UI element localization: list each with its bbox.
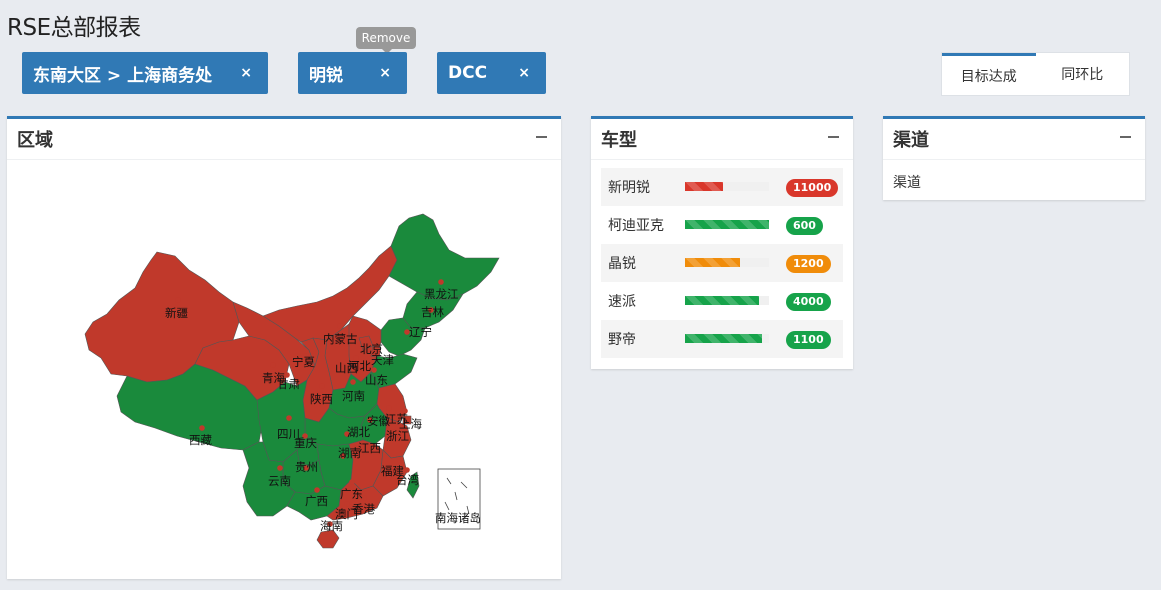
- map-dot: [438, 279, 444, 285]
- car-model-name: 新明锐: [608, 180, 650, 196]
- map-dot: [319, 383, 325, 389]
- map-dot: [344, 501, 350, 507]
- map-dot: [350, 379, 356, 385]
- map-label-xinjiang: 新疆: [165, 306, 188, 320]
- car-model-name: 柯迪亚克: [608, 218, 664, 234]
- filter-tag-dealer-label: DCC: [448, 63, 488, 83]
- car-model-row[interactable]: 晶锐 1200: [601, 244, 843, 282]
- car-model-progress-bar: [685, 258, 769, 267]
- filter-tag-region-label: 东南大区 > 上海商务处: [33, 65, 213, 86]
- car-model-value-badge: 1100: [786, 331, 831, 349]
- car-model-row[interactable]: 速派 4000: [601, 282, 843, 320]
- map-dot: [337, 323, 343, 329]
- map-dot: [349, 479, 355, 485]
- toggle-yoy-mom[interactable]: 同环比: [1036, 53, 1130, 95]
- map-label-ningxia: 宁夏: [292, 355, 315, 369]
- region-panel-header: 区域: [7, 119, 561, 160]
- map-dot: [277, 465, 283, 471]
- map-label-guangxi: 广西: [305, 494, 328, 508]
- map-dot: [199, 425, 205, 431]
- channel-panel-title: 渠道: [893, 130, 929, 151]
- map-label-xianggang: 香港: [352, 502, 375, 516]
- map-label-gansu: 甘肃: [277, 377, 300, 391]
- car-model-panel-title: 车型: [601, 130, 637, 151]
- car-model-panel: 车型 新明锐 11000 柯迪亚克 600 晶锐 1200 速派 4000 野帝…: [591, 116, 853, 369]
- car-model-progress-fill: [685, 334, 763, 343]
- map-label-tianjin: 天津: [371, 353, 394, 367]
- map-dot: [175, 297, 181, 303]
- map-label-guizhou: 贵州: [295, 460, 318, 474]
- map-label-guangdong: 广东: [340, 487, 363, 501]
- car-model-name: 速派: [608, 294, 636, 310]
- car-model-progress-bar: [685, 334, 769, 343]
- car-model-value-badge: 4000: [786, 293, 831, 311]
- channel-panel-header: 渠道: [883, 119, 1145, 160]
- minimize-icon[interactable]: [828, 136, 839, 138]
- map-label-shandong: 山东: [365, 373, 388, 387]
- map-label-neimenggu: 内蒙古: [323, 332, 358, 346]
- map-inset-islands: [444, 477, 470, 515]
- map-label-jilin: 吉林: [421, 305, 444, 319]
- car-model-value-badge: 11000: [786, 179, 839, 197]
- map-label-henan: 河南: [342, 389, 365, 403]
- channel-panel: 渠道 渠道: [883, 116, 1145, 200]
- map-label-zhejiang: 浙江: [386, 429, 409, 443]
- map-label-heilongjiang: 黑龙江: [424, 287, 459, 301]
- car-model-panel-header: 车型: [591, 119, 853, 160]
- map-dot: [404, 467, 410, 473]
- remove-tooltip: Remove: [356, 27, 416, 54]
- car-model-progress-fill: [685, 258, 740, 267]
- car-model-value-badge: 1200: [786, 255, 831, 273]
- map-label-nanhai: 南海诸岛: [435, 511, 481, 525]
- map-label-liaoning: 辽宁: [409, 325, 432, 339]
- filter-tag-dealer: DCC ×: [437, 52, 546, 94]
- page-title: RSE总部报表: [7, 15, 141, 41]
- car-model-name: 野帝: [608, 332, 636, 348]
- minimize-icon[interactable]: [536, 136, 547, 138]
- map-label-jiangxi: 江西: [358, 441, 381, 455]
- car-model-name: 晶锐: [608, 256, 636, 272]
- close-icon[interactable]: ×: [240, 65, 252, 81]
- car-model-progress-fill: [685, 182, 723, 191]
- car-model-row[interactable]: 野帝 1100: [601, 320, 843, 358]
- car-model-row[interactable]: 新明锐 11000: [601, 168, 843, 206]
- close-icon[interactable]: ×: [379, 65, 391, 81]
- filter-tag-model-label: 明锐: [309, 65, 343, 86]
- map-label-shaanxi: 陕西: [310, 392, 333, 406]
- car-model-progress-bar: [685, 296, 769, 305]
- close-icon[interactable]: ×: [518, 65, 530, 81]
- map-label-xizang: 西藏: [189, 433, 212, 447]
- region-panel-title: 区域: [17, 130, 53, 151]
- filter-tag-model: 明锐 ×: [298, 52, 407, 94]
- channel-item[interactable]: 渠道: [883, 160, 1145, 204]
- map-label-hainan: 海南: [320, 519, 343, 533]
- map-label-taiwan: 台湾: [396, 473, 419, 487]
- view-toggle: 目标达成 同环比: [941, 52, 1130, 96]
- car-model-progress-fill: [685, 296, 759, 305]
- region-panel: 区域 新疆 西藏 青海 甘肃 宁夏 内蒙古 黑龙江 吉林 辽宁 北京 天津 河北…: [7, 116, 561, 579]
- map-label-chongqing: 重庆: [294, 436, 317, 450]
- car-model-list: 新明锐 11000 柯迪亚克 600 晶锐 1200 速派 4000 野帝 11…: [591, 160, 853, 358]
- map-dot: [286, 415, 292, 421]
- map-dot: [314, 487, 320, 493]
- map-dot: [386, 405, 392, 411]
- car-model-row[interactable]: 柯迪亚克 600: [601, 206, 843, 244]
- car-model-progress-fill: [685, 220, 769, 229]
- toggle-target-achievement[interactable]: 目标达成: [942, 53, 1036, 95]
- map-label-shanxi: 山西: [335, 361, 358, 375]
- map-dot: [270, 362, 276, 368]
- filter-tag-region: 东南大区 > 上海商务处 ×: [22, 52, 268, 94]
- car-model-progress-bar: [685, 182, 769, 191]
- china-map[interactable]: 新疆 西藏 青海 甘肃 宁夏 内蒙古 黑龙江 吉林 辽宁 北京 天津 河北 山西…: [7, 160, 561, 580]
- map-label-yunnan: 云南: [268, 474, 291, 488]
- map-dot: [371, 367, 377, 373]
- car-model-value-badge: 600: [786, 217, 823, 235]
- minimize-icon[interactable]: [1120, 136, 1131, 138]
- car-model-progress-bar: [685, 220, 769, 229]
